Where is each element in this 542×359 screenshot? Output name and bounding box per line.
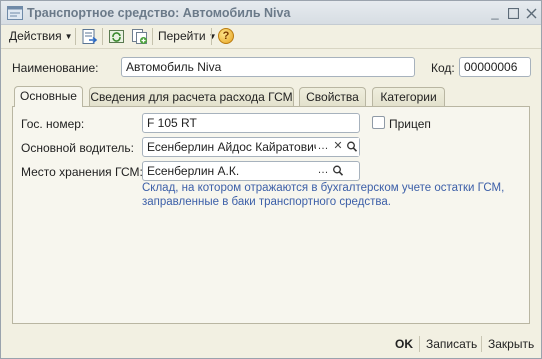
code-field[interactable]: 00000006 (459, 57, 531, 77)
save-button[interactable]: Записать (426, 337, 477, 351)
form-window: Транспортное средство: Автомобиль Niva _… (0, 0, 542, 359)
toolbar-separator (152, 28, 153, 45)
trailer-label: Прицеп (389, 117, 431, 131)
storage-hint-line2: заправленные в баки транспортного средст… (142, 196, 391, 208)
refresh-icon[interactable] (108, 28, 125, 45)
help-icon[interactable]: ? (218, 28, 234, 44)
tab-main[interactable]: Основные (14, 86, 83, 107)
plate-field[interactable]: F 105 RT (142, 113, 360, 133)
search-icon[interactable] (331, 162, 345, 180)
driver-value: Есенберлин Айдос Кайратович (147, 140, 321, 154)
tab-categories[interactable]: Категории (372, 87, 445, 106)
save-close-icon[interactable] (81, 28, 98, 45)
toolbar-separator (211, 28, 212, 45)
chevron-down-icon: ▼ (208, 32, 217, 41)
footer-separator (481, 336, 482, 352)
plate-label: Гос. номер: (21, 117, 85, 131)
clear-icon[interactable]: ✕ (331, 138, 345, 156)
storage-hint-line1: Склад, на котором отражаются в бухгалтер… (142, 182, 505, 194)
close-button[interactable]: Закрыть (488, 337, 534, 351)
search-icon[interactable] (345, 138, 359, 156)
toolbar-separator (75, 28, 76, 45)
window-title: Транспортное средство: Автомобиль Niva (27, 6, 291, 20)
trailer-checkbox[interactable] (372, 116, 385, 129)
footer-separator (419, 336, 420, 352)
actions-menu-label: Действия (9, 29, 62, 43)
tab-properties[interactable]: Свойства (299, 87, 366, 106)
driver-select-button[interactable]: … (316, 138, 330, 156)
goto-menu[interactable]: Перейти ▼ (158, 28, 216, 44)
close-icon[interactable] (523, 5, 539, 21)
storage-value: Есенберлин А.К. (147, 164, 240, 178)
storage-select-button[interactable]: … (316, 162, 330, 180)
ok-button[interactable]: OK (395, 337, 413, 351)
actions-menu[interactable]: Действия ▼ (9, 28, 73, 44)
title-bar[interactable]: Транспортное средство: Автомобиль Niva _ (1, 1, 541, 25)
tab-fuel-calculation[interactable]: Сведения для расчета расхода ГСМ (89, 87, 294, 106)
toolbar-divider (1, 48, 541, 49)
toolbar-separator (102, 28, 103, 45)
name-field[interactable]: Автомобиль Niva (121, 57, 415, 77)
chevron-down-icon: ▼ (64, 32, 73, 41)
code-label: Код: (431, 61, 455, 75)
app-form-icon (7, 6, 23, 20)
copy-icon[interactable] (131, 28, 148, 45)
tab-panel-main: Гос. номер: F 105 RT Прицеп Основной вод… (12, 106, 530, 324)
name-label: Наименование: (12, 61, 99, 75)
maximize-icon[interactable] (505, 5, 521, 21)
minimize-icon[interactable]: _ (487, 5, 503, 21)
toolbar: Действия ▼ Перейти ▼ ? (1, 25, 541, 47)
storage-label: Место хранения ГСМ: (21, 165, 143, 179)
goto-menu-label: Перейти (158, 29, 206, 43)
driver-label: Основной водитель: (21, 141, 134, 155)
